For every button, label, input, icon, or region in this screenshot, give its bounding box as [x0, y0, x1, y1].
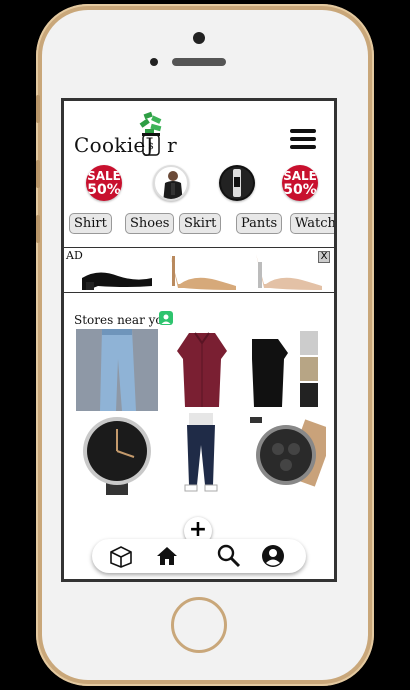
jeans-thumb: [100, 329, 136, 411]
front-camera: [193, 32, 205, 44]
menu-button[interactable]: [290, 129, 316, 149]
home-hardware-button[interactable]: [171, 597, 227, 653]
product-tile[interactable]: [161, 413, 243, 495]
sale-percent: 50%: [283, 182, 317, 198]
sale-percent: 50%: [87, 182, 121, 198]
featured-jacket-item[interactable]: [153, 165, 189, 201]
bottom-nav: [92, 539, 306, 573]
shirt-thumb: [177, 332, 227, 407]
hamburger-icon-bar: [290, 145, 316, 149]
close-icon[interactable]: X: [318, 251, 330, 263]
store-user-icon[interactable]: [159, 311, 173, 325]
ad-label: AD: [66, 249, 83, 262]
svg-text:$: $: [148, 142, 154, 152]
nav-home-button[interactable]: [154, 543, 180, 569]
box-icon: [110, 546, 132, 568]
category-shirt[interactable]: Shirt: [69, 213, 112, 234]
sale-label: SALE: [87, 169, 121, 183]
product-tile[interactable]: [76, 413, 158, 495]
hamburger-icon-bar: [290, 129, 316, 133]
product-tile[interactable]: [76, 329, 158, 411]
ad-banner[interactable]: AD X: [64, 247, 334, 293]
app-screen: CookieJ r $ SALE 50% SALE 50% Shirt Shoe…: [61, 98, 337, 582]
category-bar: Shirt Shoes Skirt Pants Watch: [64, 213, 334, 235]
nav-orders-button[interactable]: [108, 543, 134, 569]
jacket-person-thumb: [163, 171, 183, 199]
volume-up-button: [36, 160, 40, 188]
product-tile[interactable]: [161, 329, 243, 411]
product-grid: [76, 329, 328, 495]
app-header: CookieJ r $: [64, 101, 334, 165]
search-icon: [217, 544, 241, 568]
product-tile[interactable]: [244, 413, 326, 495]
watch-thumb: [83, 417, 151, 495]
category-pants[interactable]: Pants: [236, 213, 283, 234]
category-shoes[interactable]: Shoes: [125, 213, 175, 234]
category-skirt[interactable]: Skirt: [179, 213, 222, 234]
hamburger-icon-bar: [290, 137, 316, 141]
nude-heel-shoe-image: [170, 254, 236, 290]
nav-profile-button[interactable]: [260, 543, 286, 569]
jeans-man-thumb: [184, 413, 218, 492]
category-watch[interactable]: Watch: [290, 213, 334, 234]
featured-watch-item[interactable]: [219, 165, 255, 201]
mute-switch: [36, 95, 40, 123]
home-icon: [157, 547, 177, 565]
chronograph-thumb: [250, 417, 326, 487]
proximity-sensor: [150, 58, 158, 66]
stores-near-you-title: Stores near you: [74, 313, 171, 327]
earpiece-speaker: [172, 58, 226, 66]
sale-badge[interactable]: SALE 50%: [282, 165, 318, 201]
featured-carousel: SALE 50% SALE 50%: [64, 165, 334, 205]
product-tile[interactable]: [244, 329, 326, 411]
profile-icon: [262, 545, 284, 567]
black-heel-shoe-image: [82, 272, 152, 290]
volume-down-button: [36, 215, 40, 243]
cookie-jar-money-icon: $: [139, 111, 162, 156]
sale-label: SALE: [283, 169, 317, 183]
sale-badge[interactable]: SALE 50%: [86, 165, 122, 201]
black-shirt-thumb: [252, 331, 318, 407]
smartwatch-thumb: [221, 167, 253, 199]
beige-heel-shoe-image: [256, 254, 322, 290]
nav-search-button[interactable]: [216, 543, 242, 569]
